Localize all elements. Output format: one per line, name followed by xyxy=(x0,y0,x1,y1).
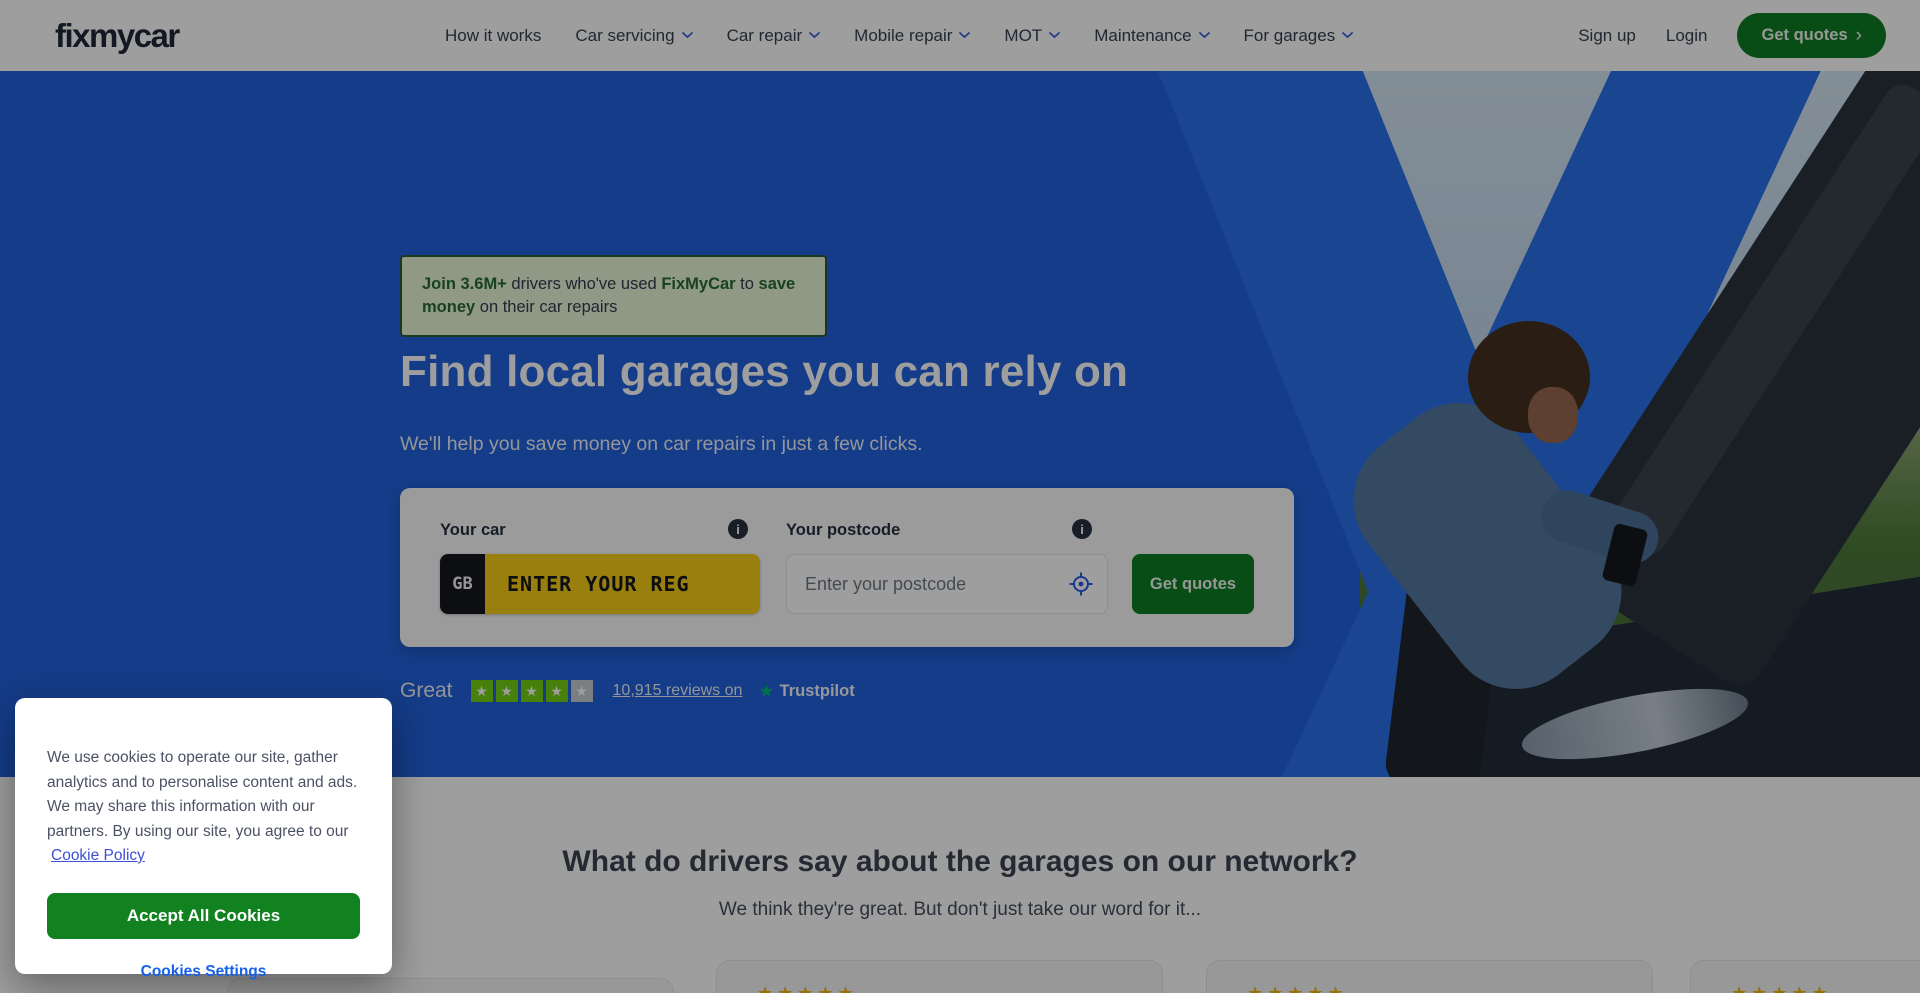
badge-text-segment: drivers who've used xyxy=(507,275,661,293)
hero-subtitle: We'll help you save money on car repairs… xyxy=(400,433,923,456)
get-quotes-form-button[interactable]: Get quotes xyxy=(1132,554,1254,614)
logo[interactable]: fixmycar xyxy=(55,17,179,55)
chevron-down-icon xyxy=(959,32,970,39)
header-right: Sign up Login Get quotes › xyxy=(1578,0,1886,71)
quote-form-card: Your car i Your postcode i GB Get q xyxy=(400,488,1294,647)
login-link[interactable]: Login xyxy=(1666,26,1708,46)
reg-country-badge: GB xyxy=(440,554,485,614)
chevron-down-icon xyxy=(1199,32,1210,39)
header: fixmycar How it works Car servicing Car re… xyxy=(0,0,1920,71)
nav-item-for-garages[interactable]: For garages xyxy=(1244,26,1354,46)
nav-item-car-servicing[interactable]: Car servicing xyxy=(575,26,692,46)
chevron-right-icon: › xyxy=(1856,31,1862,41)
woman-figure xyxy=(1528,387,1578,443)
nav-item-mot[interactable]: MOT xyxy=(1004,26,1060,46)
trustpilot-star-box: ★ xyxy=(521,680,543,702)
trustpilot-rating-word: Great xyxy=(400,679,453,703)
nav-item-label: Car servicing xyxy=(575,26,674,46)
trustpilot-star-box: ★ xyxy=(471,680,493,702)
nav-item-how-it-works[interactable]: How it works xyxy=(445,26,541,46)
drivers-count-badge: Join 3.6M+ drivers who've used FixMyCar … xyxy=(400,255,827,337)
nav-item-maintenance[interactable]: Maintenance xyxy=(1094,26,1209,46)
chevron-down-icon xyxy=(809,32,820,39)
info-icon[interactable]: i xyxy=(1072,519,1092,539)
nav-item-label: MOT xyxy=(1004,26,1042,46)
nav-item-label: Car repair xyxy=(727,26,803,46)
location-crosshair-icon[interactable] xyxy=(1068,571,1094,597)
trustpilot-star-icon: ★ xyxy=(758,681,774,702)
reg-number-field[interactable] xyxy=(485,554,760,614)
chevron-down-icon xyxy=(1342,32,1353,39)
trustpilot-reviews-link[interactable]: 10,915 reviews on xyxy=(613,682,743,700)
page: fixmycar How it works Car servicing Car re… xyxy=(0,0,1920,993)
nav-item-mobile-repair[interactable]: Mobile repair xyxy=(854,26,970,46)
cookies-settings-link[interactable]: Cookies Settings xyxy=(47,963,360,981)
review-card-stars: ★★★★★ xyxy=(1731,983,1920,993)
reg-plate-input[interactable]: GB xyxy=(440,554,760,614)
trustpilot-star-box: ★ xyxy=(546,680,568,702)
accept-all-cookies-button[interactable]: Accept All Cookies xyxy=(47,893,360,939)
badge-text-segment: on their car repairs xyxy=(475,298,617,316)
nav-item-label: Mobile repair xyxy=(854,26,952,46)
nav-item-label: For garages xyxy=(1244,26,1336,46)
nav-item-label: How it works xyxy=(445,26,541,46)
trustpilot-star-box: ★ xyxy=(571,680,593,702)
get-quotes-header-label: Get quotes xyxy=(1761,26,1847,45)
review-card-stars: ★★★★★ xyxy=(757,983,1162,993)
trustpilot-row: Great ★★★★★ 10,915 reviews on ★ Trustpil… xyxy=(400,679,855,703)
cookie-policy-link[interactable]: Cookie Policy xyxy=(51,847,145,864)
info-icon[interactable]: i xyxy=(728,519,748,539)
cookie-message: We use cookies to operate our site, gath… xyxy=(47,746,360,869)
get-quotes-header-button[interactable]: Get quotes › xyxy=(1737,13,1886,58)
postcode-field[interactable] xyxy=(786,554,1108,614)
hero-title: Find local garages you can rely on xyxy=(400,347,1128,397)
nav-item-label: Maintenance xyxy=(1094,26,1191,46)
trustpilot-star-box: ★ xyxy=(496,680,518,702)
badge-text-segment: to xyxy=(736,275,759,293)
badge-text-segment: FixMyCar xyxy=(661,275,735,293)
review-card-stars: ★★★★★ xyxy=(1247,983,1652,993)
trustpilot-stars: ★★★★★ xyxy=(471,680,593,702)
trustpilot-brand-label: Trustpilot xyxy=(780,682,855,701)
chevron-down-icon xyxy=(682,32,693,39)
cookie-message-text: We use cookies to operate our site, gath… xyxy=(47,749,357,840)
cookie-consent-dialog: We use cookies to operate our site, gath… xyxy=(15,698,392,974)
signup-link[interactable]: Sign up xyxy=(1578,26,1636,46)
your-postcode-label: Your postcode xyxy=(786,521,900,540)
nav-item-car-repair[interactable]: Car repair xyxy=(727,26,821,46)
your-car-label: Your car xyxy=(440,521,506,540)
trustpilot-logo: ★ Trustpilot xyxy=(758,681,854,702)
chevron-down-icon xyxy=(1049,32,1060,39)
hero-section: Join 3.6M+ drivers who've used FixMyCar … xyxy=(0,71,1920,777)
review-card: ★★★★★ xyxy=(1690,960,1920,993)
postcode-input-wrap xyxy=(786,554,1108,614)
review-card: ★★★★★ xyxy=(1206,960,1653,993)
badge-text-segment: Join 3.6M+ xyxy=(422,275,507,293)
review-card: ★★★★★ xyxy=(716,960,1163,993)
main-nav: How it works Car servicing Car repair Mobil… xyxy=(445,0,1353,71)
